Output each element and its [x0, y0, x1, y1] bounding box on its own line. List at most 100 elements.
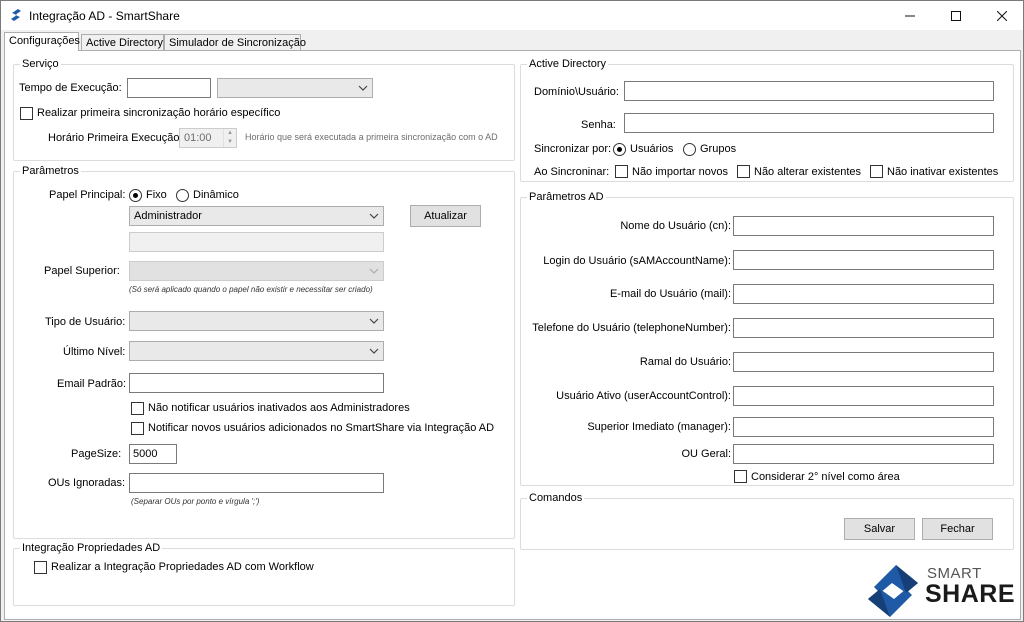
ultimo-nivel-select[interactable]	[129, 341, 384, 361]
minimize-button[interactable]	[887, 1, 933, 30]
smartshare-logo: SMART SHARE	[866, 563, 1016, 619]
tempo-execucao-input[interactable]	[127, 78, 211, 98]
chevron-down-icon	[369, 213, 379, 219]
nao-alterar-existentes-checkbox[interactable]	[737, 165, 750, 178]
horario-primeira-execucao-label: Horário Primeira Execução:	[48, 132, 183, 144]
fechar-button[interactable]: Fechar	[922, 518, 993, 540]
horario-primeira-execucao-spinner[interactable]: 01:00 ▲ ▼	[179, 128, 237, 148]
salvar-button[interactable]: Salvar	[844, 518, 915, 540]
title-bar: Integração AD - SmartShare	[1, 1, 1023, 30]
ad-field-label-telephonenumber: Telefone do Usuário (telephoneNumber):	[532, 322, 731, 334]
close-button[interactable]	[979, 1, 1024, 30]
ad-field-label-ramal: Ramal do Usuário:	[639, 356, 731, 368]
ad-field-input-ramal[interactable]	[733, 352, 994, 372]
sincronizar-usuarios-radio[interactable]	[613, 143, 626, 156]
papel-principal-text[interactable]	[129, 232, 384, 252]
email-padrao-input[interactable]	[129, 373, 384, 393]
dominio-usuario-label: Domínio\Usuário:	[534, 86, 619, 98]
smartshare-app-icon	[11, 9, 21, 21]
ad-field-label-samaccountname: Login do Usuário (sAMAccountName):	[543, 255, 731, 267]
sincronizar-grupos-label: Grupos	[700, 143, 737, 155]
nao-importar-novos-label: Não importar novos	[632, 166, 728, 178]
ad-field-input-ou-geral[interactable]	[733, 444, 994, 464]
nao-alterar-existentes-label: Não alterar existentes	[754, 166, 861, 178]
senha-input[interactable]	[624, 113, 994, 133]
ous-ignoradas-input[interactable]	[129, 473, 384, 493]
nao-notificar-inativados-checkbox[interactable]	[131, 402, 144, 415]
ad-field-label-ou-geral: OU Geral:	[681, 448, 731, 460]
sincronizar-por-label: Sincronizar por:	[534, 143, 612, 155]
logo-text-share: SHARE	[925, 580, 1016, 608]
papel-principal-label: Papel Principal:	[49, 189, 126, 201]
ao-sincronizar-label: Ao Sincroninar:	[534, 166, 610, 178]
papel-fixo-label: Fixo	[146, 189, 167, 201]
integracao-group: Integração Propriedades AD	[13, 542, 515, 606]
papel-dinamico-label: Dinâmico	[193, 189, 239, 201]
tab-active-directory[interactable]: Active Directory	[81, 34, 164, 51]
close-icon	[997, 10, 1007, 21]
realizar-primeira-sincronizacao-checkbox[interactable]	[20, 107, 33, 120]
papel-superior-label: Papel Superior:	[44, 265, 120, 277]
tipo-usuario-label: Tipo de Usuário:	[45, 316, 126, 328]
tempo-unidade-select[interactable]	[217, 78, 373, 98]
papel-principal-value: Administrador	[134, 210, 202, 222]
papel-superior-hint: (Só será aplicado quando o papel não exi…	[129, 285, 373, 294]
nao-importar-novos-checkbox[interactable]	[615, 165, 628, 178]
maximize-button[interactable]	[933, 1, 979, 30]
realizar-integracao-workflow-label: Realizar a Integração Propriedades AD co…	[51, 561, 314, 573]
ad-field-input-telephonenumber[interactable]	[733, 318, 994, 338]
ad-field-label-useraccountcontrol: Usuário Ativo (userAccountControl):	[556, 390, 731, 402]
ad-field-input-manager[interactable]	[733, 417, 994, 437]
ad-field-label-manager: Superior Imediato (manager):	[587, 421, 731, 433]
papel-superior-select[interactable]	[129, 261, 384, 281]
senha-label: Senha:	[581, 119, 616, 131]
considerar-segundo-nivel-checkbox[interactable]	[734, 470, 747, 483]
tab-configuracoes[interactable]: Configurações	[4, 32, 80, 51]
horario-value: 01:00	[184, 132, 212, 144]
ad-field-input-useraccountcontrol[interactable]	[733, 386, 994, 406]
parametros-group-title: Parâmetros	[20, 165, 81, 177]
chevron-down-icon	[358, 85, 368, 91]
minimize-icon	[905, 15, 915, 16]
papel-fixo-radio[interactable]	[129, 189, 142, 202]
dominio-usuario-input[interactable]	[624, 81, 994, 101]
parametros-ad-group: Parâmetros AD	[520, 191, 1014, 486]
sincronizar-usuarios-label: Usuários	[630, 143, 674, 155]
tab-simulador-sincronizacao[interactable]: Simulador de Sincronização	[164, 34, 306, 51]
considerar-segundo-nivel-label: Considerar 2° nível como área	[751, 471, 900, 483]
ous-ignoradas-hint: (Separar OUs por ponto e vírgula ';')	[131, 497, 260, 506]
pagesize-label: PageSize:	[71, 448, 122, 460]
ad-field-label-mail: E-mail do Usuário (mail):	[609, 288, 731, 300]
sincronizar-grupos-radio[interactable]	[683, 143, 696, 156]
atualizar-button[interactable]: Atualizar	[410, 205, 481, 227]
realizar-primeira-sincronizacao-label: Realizar primeira sincronização horário …	[37, 107, 281, 119]
email-padrao-label: Email Padrão:	[57, 378, 127, 390]
papel-principal-select[interactable]: Administrador	[129, 206, 384, 226]
papel-dinamico-radio[interactable]	[176, 189, 189, 202]
integracao-group-title: Integração Propriedades AD	[20, 542, 163, 554]
ad-field-input-samaccountname[interactable]	[733, 250, 994, 270]
ous-ignoradas-label: OUs Ignoradas:	[48, 477, 126, 489]
ad-field-input-mail[interactable]	[733, 284, 994, 304]
maximize-icon	[951, 10, 961, 21]
chevron-down-icon	[369, 348, 379, 354]
tipo-usuario-select[interactable]	[129, 311, 384, 331]
active-directory-group-title: Active Directory	[527, 58, 609, 70]
window-title: Integração AD - SmartShare	[29, 9, 180, 23]
servico-group-title: Serviço	[20, 58, 61, 70]
realizar-integracao-workflow-checkbox[interactable]	[34, 561, 47, 574]
ad-field-input-cn[interactable]	[733, 216, 994, 236]
app-window: Integração AD - SmartShare Configurações…	[0, 0, 1024, 622]
tab-panel-configuracoes: Serviço Tempo de Execução: Realizar prim…	[4, 50, 1021, 620]
comandos-group-title: Comandos	[527, 492, 585, 504]
notificar-novos-usuarios-checkbox[interactable]	[131, 422, 144, 435]
nao-inativar-existentes-checkbox[interactable]	[870, 165, 883, 178]
parametros-ad-group-title: Parâmetros AD	[527, 191, 606, 203]
chevron-down-icon	[369, 318, 379, 324]
ad-field-label-cn: Nome do Usuário (cn):	[620, 220, 731, 232]
notificar-novos-usuarios-label: Notificar novos usuários adicionados no …	[148, 422, 495, 434]
pagesize-input[interactable]	[129, 444, 177, 464]
smartshare-logo-icon	[868, 565, 918, 617]
spinner-arrows-icon: ▲ ▼	[223, 129, 236, 147]
tempo-execucao-label: Tempo de Execução:	[19, 82, 122, 94]
